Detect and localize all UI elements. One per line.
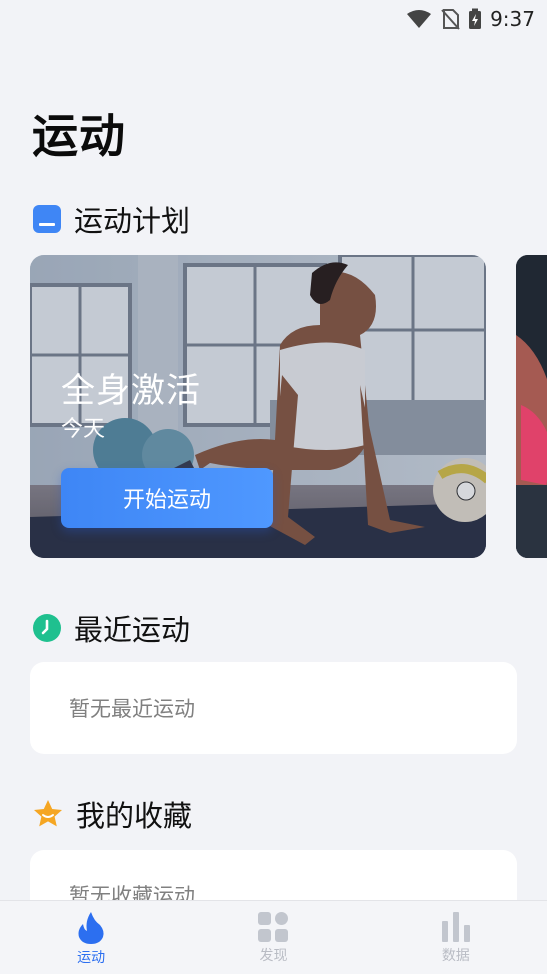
- plan-card[interactable]: 全身激活 今天 开始运动: [30, 255, 486, 558]
- nav-item-discover[interactable]: 发现: [182, 901, 364, 974]
- next-plan-photo: [516, 255, 547, 558]
- nav-label-data: 数据: [441, 948, 470, 964]
- recent-empty-text: 暂无最近运动: [69, 697, 195, 721]
- plan-date: 今天: [61, 417, 106, 442]
- section-title-favorites: 我的收藏: [76, 799, 193, 833]
- recent-workouts-card: 暂无最近运动: [30, 662, 517, 754]
- next-plan-card[interactable]: [516, 255, 547, 558]
- start-workout-button[interactable]: 开始运动: [61, 468, 273, 528]
- status-time: 9:37: [490, 7, 535, 31]
- bar-chart-icon: [441, 912, 470, 942]
- nav-item-data[interactable]: 数据: [365, 901, 547, 974]
- grid-icon: [258, 912, 289, 942]
- section-title-recent: 最近运动: [74, 613, 191, 647]
- star-icon: [34, 800, 62, 827]
- page-title: 运动: [32, 109, 126, 163]
- wifi-icon: [407, 10, 432, 28]
- section-title-plan: 运动计划: [74, 204, 191, 238]
- flame-icon: [78, 912, 104, 944]
- nav-item-workout[interactable]: 运动: [0, 901, 182, 974]
- nav-label-workout: 运动: [77, 950, 106, 966]
- bottom-nav: 运动 发现 数据: [0, 900, 547, 974]
- nav-label-discover: 发现: [259, 948, 288, 964]
- section-header-favorites: 我的收藏: [32, 793, 192, 835]
- screen: 9:37 运动 运动计划 全身激活 今天 开始运动 最近运动 暂无最近运动 我的…: [0, 0, 547, 974]
- section-header-plan: 运动计划: [32, 198, 190, 240]
- plan-icon: [33, 205, 61, 233]
- battery-charging-icon: [469, 8, 482, 29]
- plan-title: 全身激活: [61, 371, 201, 411]
- clock-icon: [33, 614, 61, 642]
- section-header-recent: 最近运动: [32, 607, 190, 649]
- no-sim-icon: [441, 9, 460, 30]
- status-bar: 9:37: [0, 0, 547, 38]
